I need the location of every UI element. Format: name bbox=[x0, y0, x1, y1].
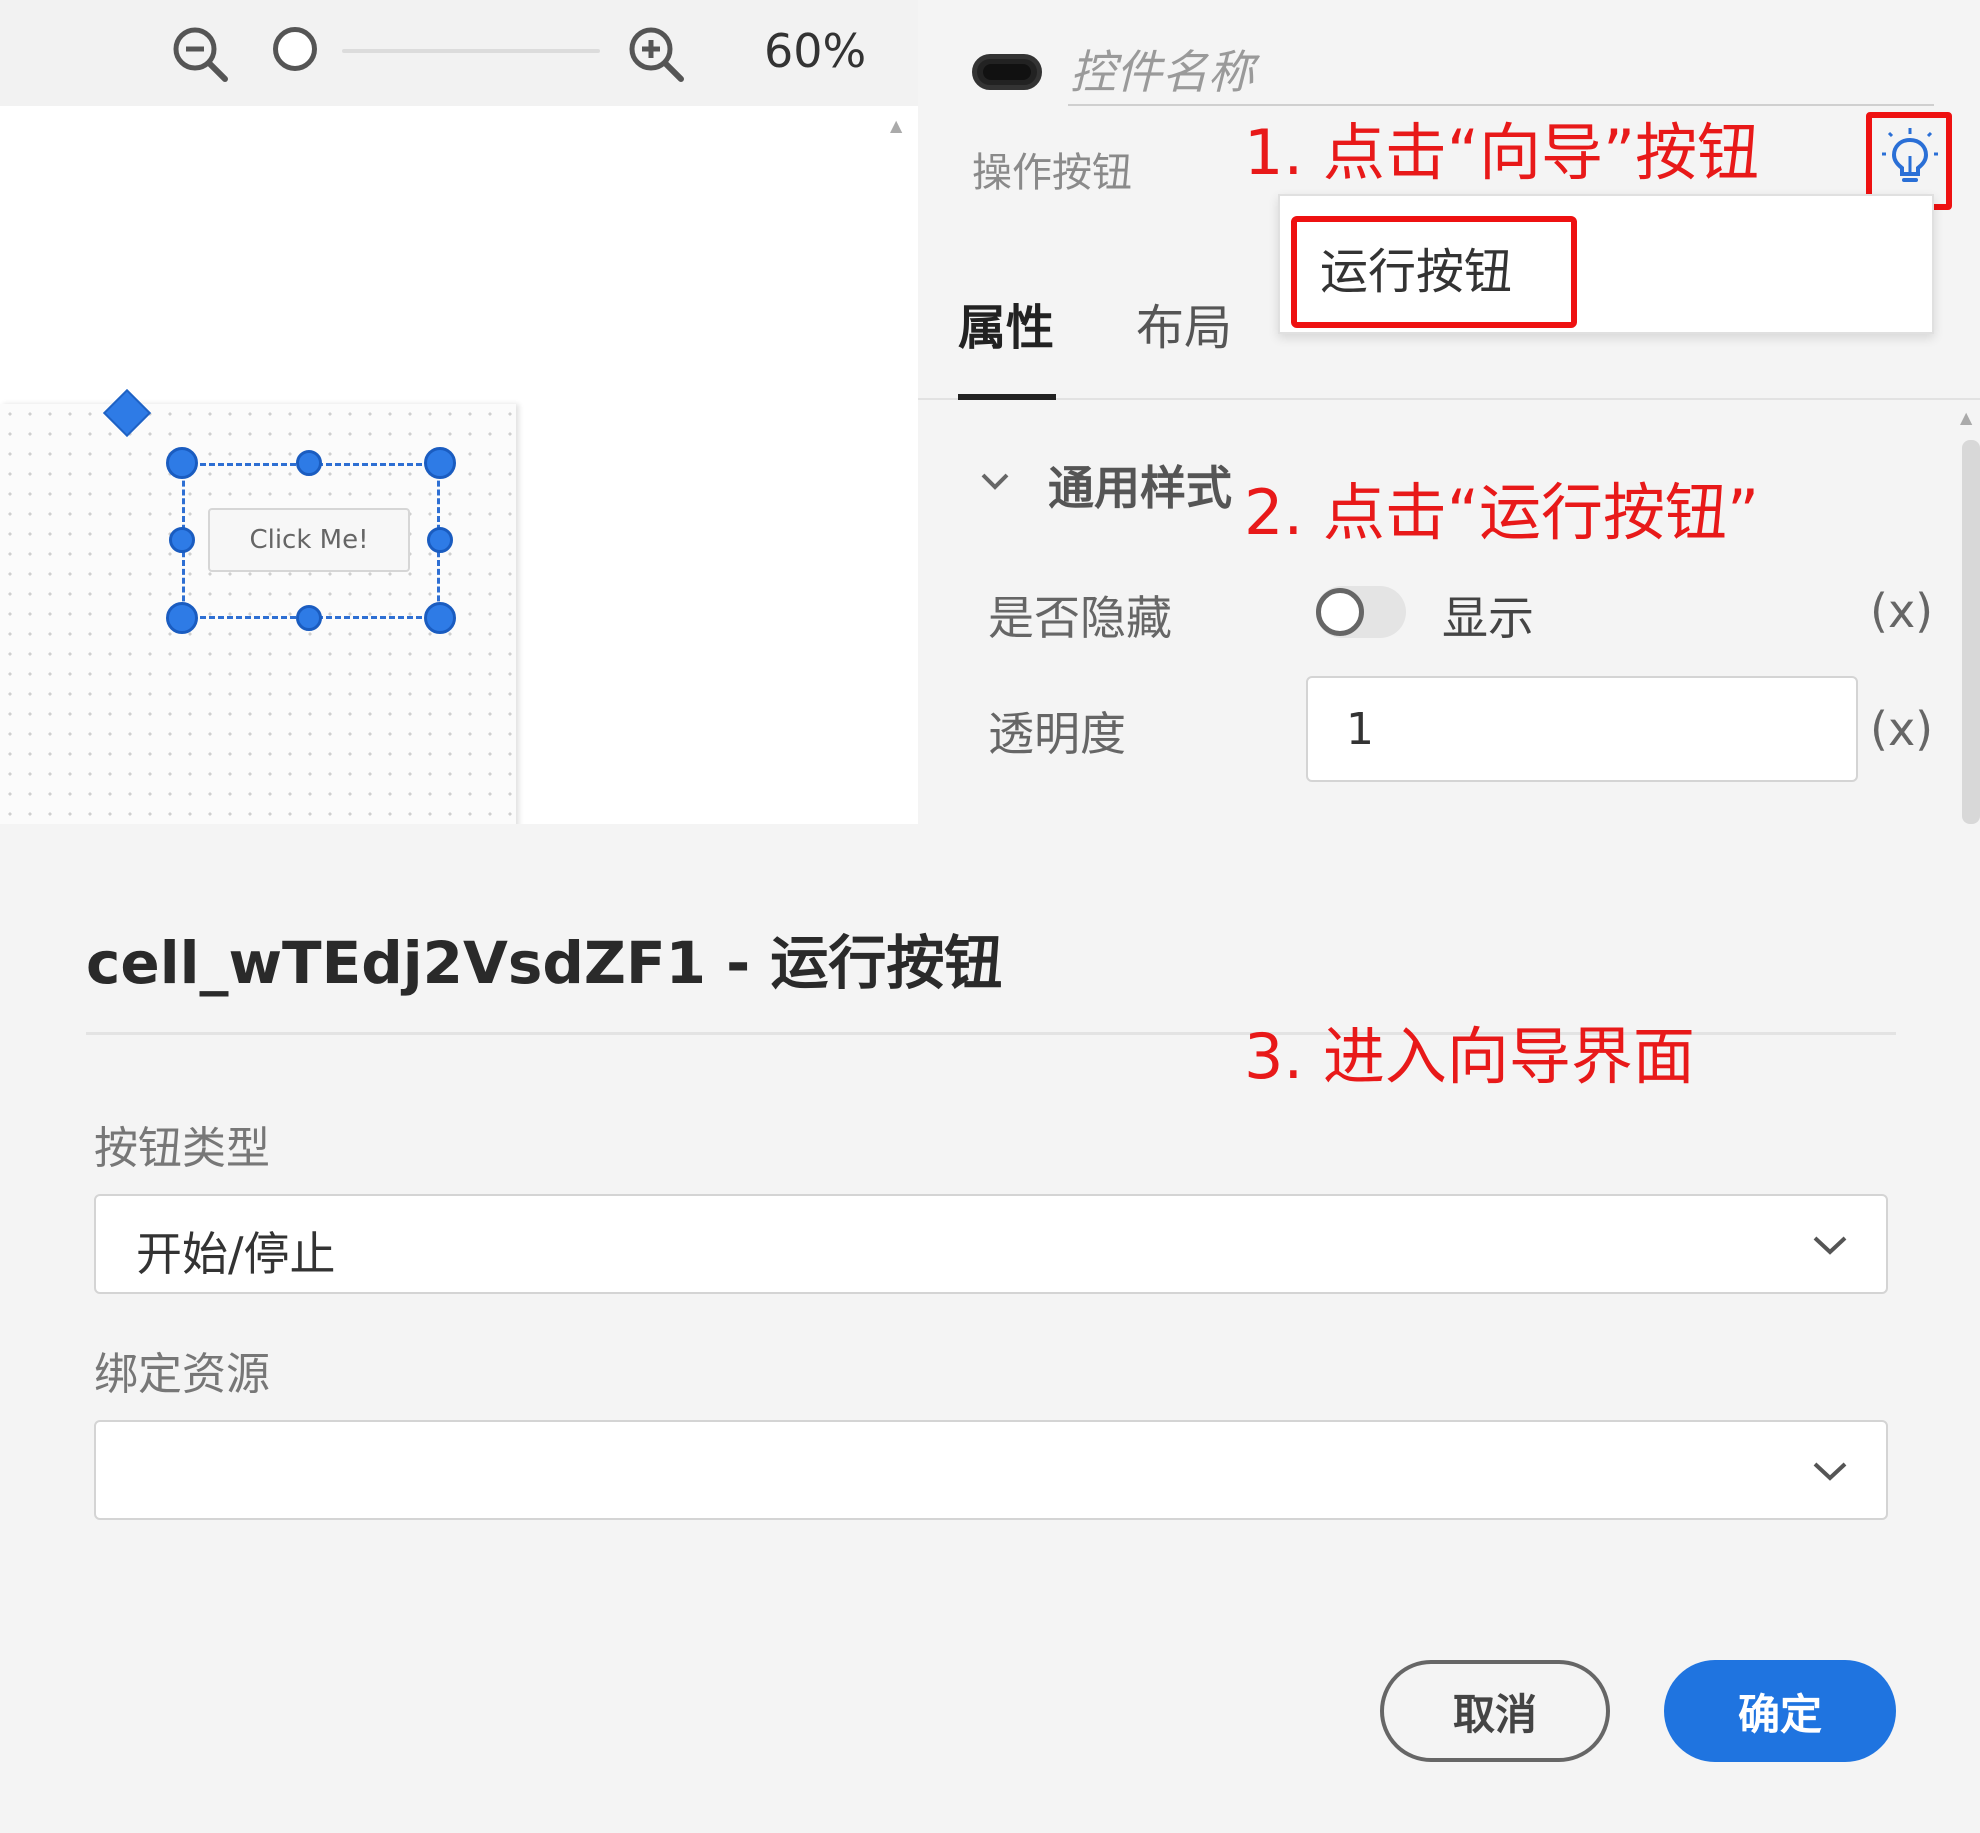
bind-resource-select[interactable] bbox=[94, 1420, 1888, 1520]
section-title-general-style[interactable]: 通用样式 bbox=[1048, 452, 1232, 518]
button-type-label: 按钮类型 bbox=[94, 1123, 270, 1174]
canvas-button-widget[interactable]: Click Me! bbox=[208, 508, 410, 572]
canvas-area[interactable]: ▲ Click Me! bbox=[0, 106, 918, 824]
resize-handle-bottom[interactable] bbox=[296, 605, 322, 631]
opacity-input[interactable]: 1 bbox=[1306, 676, 1858, 782]
control-type-label: 操作按钮 bbox=[972, 150, 1132, 196]
button-type-select[interactable] bbox=[94, 1194, 1888, 1294]
hidden-label: 是否隐藏 bbox=[988, 591, 1172, 645]
resize-handle-bottom-left[interactable] bbox=[166, 602, 198, 634]
hidden-variable-button[interactable]: (x) bbox=[1870, 584, 1933, 638]
resize-handle-left[interactable] bbox=[169, 527, 195, 553]
zoom-in-icon[interactable] bbox=[626, 24, 686, 84]
annotation-step-1: 1. 点击“向导”按钮 bbox=[1244, 116, 1760, 189]
opacity-label: 透明度 bbox=[988, 707, 1126, 761]
lightbulb-icon[interactable] bbox=[1880, 126, 1940, 192]
bind-resource-label: 绑定资源 bbox=[94, 1349, 270, 1400]
tab-layout[interactable]: 布局 bbox=[1136, 288, 1232, 358]
annotation-step-3: 3. 进入向导界面 bbox=[1244, 1020, 1695, 1093]
canvas-scroll-up-arrow[interactable]: ▲ bbox=[890, 116, 902, 135]
tab-properties[interactable]: 属性 bbox=[958, 288, 1054, 358]
panel-scrollbar[interactable] bbox=[1962, 440, 1980, 824]
control-name-placeholder: 控件名称 bbox=[1070, 45, 1254, 99]
resize-handle-top-left[interactable] bbox=[166, 447, 198, 479]
panel-scroll-up-arrow[interactable]: ▲ bbox=[1960, 408, 1972, 427]
chevron-down-icon[interactable] bbox=[980, 466, 1010, 496]
resize-handle-bottom-right[interactable] bbox=[424, 602, 456, 634]
active-tab-indicator bbox=[958, 394, 1056, 400]
zoom-slider-track[interactable] bbox=[342, 49, 600, 53]
chevron-down-icon[interactable] bbox=[1812, 1234, 1848, 1256]
chevron-down-icon[interactable] bbox=[1812, 1460, 1848, 1482]
run-button-highlight-box bbox=[1291, 216, 1577, 328]
opacity-variable-button[interactable]: (x) bbox=[1870, 702, 1933, 756]
button-control-icon bbox=[972, 54, 1042, 90]
zoom-level: 60% bbox=[764, 24, 867, 78]
resize-handle-right[interactable] bbox=[427, 527, 453, 553]
resize-handle-top-right[interactable] bbox=[424, 447, 456, 479]
cancel-button[interactable]: 取消 bbox=[1380, 1660, 1610, 1762]
annotation-step-2: 2. 点击“运行按钮” bbox=[1244, 476, 1760, 549]
zoom-slider-handle[interactable] bbox=[273, 27, 317, 71]
button-type-selected-value: 开始/停止 bbox=[136, 1227, 336, 1281]
hidden-value-text: 显示 bbox=[1442, 591, 1534, 645]
resize-handle-top[interactable] bbox=[296, 450, 322, 476]
zoom-out-icon[interactable] bbox=[170, 24, 230, 84]
dialog-title: cell_wTEdj2VsdZF1 - 运行按钮 bbox=[86, 929, 1003, 997]
hidden-toggle-knob[interactable] bbox=[1316, 588, 1364, 636]
tabs-divider bbox=[918, 398, 1980, 400]
confirm-button[interactable]: 确定 bbox=[1664, 1660, 1896, 1762]
